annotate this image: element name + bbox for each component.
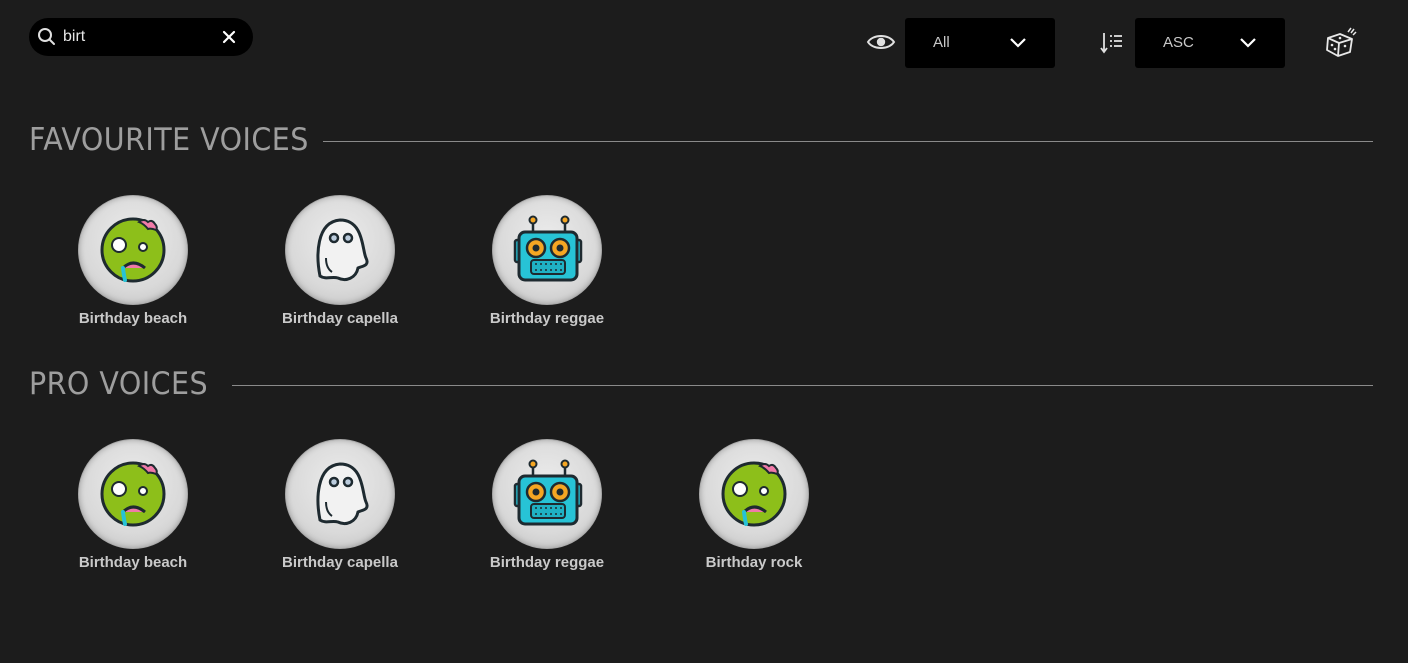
voice-avatar[interactable] — [78, 439, 188, 549]
voice-tile[interactable]: Birthday capella — [260, 439, 420, 571]
search-icon — [38, 28, 55, 45]
visibility-filter-dropdown[interactable]: All — [905, 18, 1055, 68]
sort-icon — [1100, 33, 1122, 54]
voice-tile[interactable]: Birthday reggae — [467, 195, 627, 327]
ghost-icon — [316, 218, 369, 282]
voice-avatar[interactable] — [699, 439, 809, 549]
ghost-icon — [316, 462, 369, 526]
random-dice-icon[interactable] — [1324, 26, 1358, 58]
section-divider — [232, 385, 1373, 386]
search-box[interactable] — [29, 18, 253, 56]
voice-name: Birthday rock — [705, 554, 803, 571]
voice-avatar[interactable] — [492, 195, 602, 305]
voice-tile[interactable]: Birthday beach — [53, 439, 213, 571]
section-title-pro-voices: PRO VOICES — [29, 366, 209, 402]
voice-avatar[interactable] — [492, 439, 602, 549]
filter-value: All — [933, 34, 950, 51]
voice-tile[interactable]: Birthday rock — [674, 439, 834, 571]
sort-order-dropdown[interactable]: ASC — [1135, 18, 1285, 68]
voice-name: Birthday capella — [282, 554, 398, 571]
search-input[interactable] — [63, 26, 233, 48]
voice-tile[interactable]: Birthday beach — [53, 195, 213, 327]
voice-name: Birthday beach — [78, 310, 188, 327]
voice-avatar[interactable] — [285, 195, 395, 305]
voice-name: Birthday reggae — [489, 554, 605, 571]
voice-name: Birthday reggae — [489, 310, 605, 327]
voice-tile[interactable]: Birthday capella — [260, 195, 420, 327]
voice-tile[interactable]: Birthday reggae — [467, 439, 627, 571]
voice-avatar[interactable] — [78, 195, 188, 305]
clear-search-icon[interactable] — [221, 29, 237, 45]
robot-icon — [513, 459, 583, 526]
eye-icon — [866, 35, 896, 49]
voice-name: Birthday beach — [78, 554, 188, 571]
sort-value: ASC — [1163, 34, 1194, 51]
robot-icon — [513, 215, 583, 282]
zombie-face-icon — [721, 461, 787, 527]
section-title-favourite-voices: FAVOURITE VOICES — [29, 122, 309, 158]
zombie-face-icon — [100, 217, 166, 283]
zombie-face-icon — [100, 461, 166, 527]
section-divider — [323, 141, 1373, 142]
chevron-down-icon — [1010, 38, 1026, 48]
voice-name: Birthday capella — [282, 310, 398, 327]
voice-avatar[interactable] — [285, 439, 395, 549]
chevron-down-icon — [1240, 38, 1256, 48]
